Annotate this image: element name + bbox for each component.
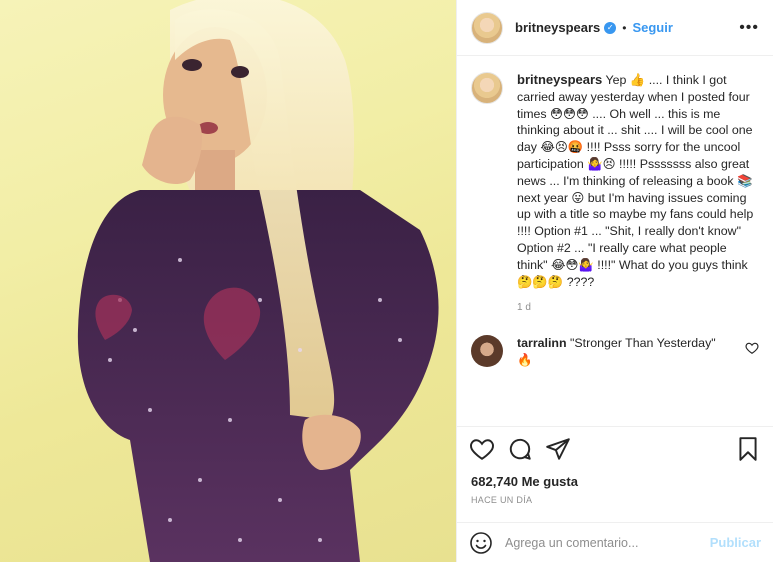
likes-count[interactable]: 682,740 Me gusta	[457, 470, 773, 489]
commenter-avatar[interactable]	[471, 335, 503, 368]
post-sidebar: britneyspears ✓ • Seguir ••• britneyspea…	[456, 0, 773, 562]
post-timestamp: HACE UN DÍA	[471, 495, 533, 505]
author-username[interactable]: britneyspears	[515, 20, 600, 35]
caption-avatar[interactable]	[471, 72, 503, 104]
action-bar	[457, 426, 773, 470]
caption-text: Yep 👍 .... I think I got carried away ye…	[517, 73, 754, 289]
comments-section: britneyspears Yep 👍 .... I think I got c…	[457, 56, 773, 426]
share-icon[interactable]	[545, 436, 571, 462]
author-avatar[interactable]	[471, 11, 503, 44]
publish-button[interactable]: Publicar	[710, 535, 761, 550]
save-icon[interactable]	[735, 436, 761, 462]
post-photo[interactable]	[0, 0, 456, 562]
follow-button[interactable]: Seguir	[632, 20, 672, 35]
comment-like-icon[interactable]	[745, 341, 759, 355]
comment-username[interactable]: tarralinn	[517, 336, 567, 350]
photo-illustration	[77, 0, 439, 562]
comment-body: tarralinn "Stronger Than Yesterday" 🔥	[517, 335, 732, 369]
comment-icon[interactable]	[507, 436, 533, 462]
instagram-post-window: britneyspears ✓ • Seguir ••• britneyspea…	[0, 0, 773, 562]
comment-item: tarralinn "Stronger Than Yesterday" 🔥	[471, 335, 759, 369]
emoji-icon[interactable]	[469, 531, 493, 555]
post-header: britneyspears ✓ • Seguir •••	[457, 0, 773, 56]
caption-time: 1 d	[517, 302, 531, 314]
heart-icon[interactable]	[469, 436, 495, 462]
caption-username[interactable]: britneyspears	[517, 72, 602, 87]
comment-input[interactable]	[505, 535, 710, 550]
verified-icon: ✓	[604, 21, 617, 34]
more-icon[interactable]: •••	[739, 19, 759, 37]
caption-row: britneyspears Yep 👍 .... I think I got c…	[471, 72, 759, 290]
add-comment-bar: Publicar	[457, 522, 773, 562]
caption-body: britneyspears Yep 👍 .... I think I got c…	[517, 72, 759, 290]
separator-dot: •	[622, 20, 627, 35]
